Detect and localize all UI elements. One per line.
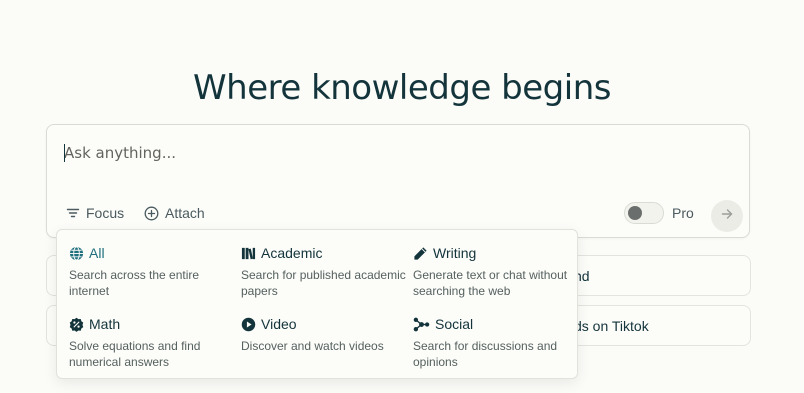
page-title: Where knowledge begins [193, 67, 611, 108]
filter-icon [66, 206, 80, 220]
focus-option-description: Search for published academic papers [241, 268, 406, 298]
focus-option-title: Math [89, 316, 121, 332]
focus-label: Focus [86, 205, 125, 221]
focus-option-description: Solve equations and find numerical answe… [69, 339, 201, 369]
focus-option-description: Discover and watch videos [241, 339, 384, 353]
pro-toggle[interactable] [624, 202, 664, 224]
focus-option-description: Search for discussions and opinions [413, 339, 558, 369]
play-icon [241, 317, 256, 332]
attach-button[interactable]: Attach [144, 205, 205, 221]
math-badge-icon [69, 317, 84, 332]
focus-option-description: Search across the entire internet [69, 268, 200, 298]
focus-option-social[interactable]: Social Search for discussions and opinio… [413, 315, 578, 370]
toggle-knob [628, 206, 642, 220]
arrow-right-icon [720, 207, 734, 226]
pencil-icon [413, 246, 428, 261]
focus-option-writing[interactable]: Writing Generate text or chat without se… [413, 244, 578, 299]
globe-icon [69, 245, 84, 261]
focus-button[interactable]: Focus [66, 205, 124, 221]
pro-label: Pro [672, 205, 694, 221]
focus-option-title: All [89, 245, 105, 261]
focus-option-math[interactable]: Math Solve equations and find numerical … [69, 315, 234, 370]
attach-label: Attach [165, 205, 205, 221]
ask-box: Focus Attach Pro [46, 124, 750, 238]
focus-option-video[interactable]: Video Discover and watch videos [241, 315, 406, 354]
search-input[interactable] [64, 144, 704, 162]
suggestion-label: ds on Tiktok [574, 317, 649, 334]
focus-option-all[interactable]: All Search across the entire internet [69, 244, 234, 299]
focus-option-title: Social [435, 316, 474, 332]
focus-dropdown: All Search across the entire internet Ac… [56, 229, 578, 379]
focus-option-title: Writing [433, 245, 477, 261]
focus-option-title: Video [261, 316, 297, 332]
focus-option-academic[interactable]: Academic Search for published academic p… [241, 244, 406, 299]
submit-button[interactable] [711, 200, 743, 232]
focus-option-title: Academic [261, 245, 323, 261]
text-caret [64, 144, 65, 162]
books-icon [241, 246, 256, 261]
plus-circle-icon [144, 206, 159, 221]
focus-option-description: Generate text or chat without searching … [413, 268, 568, 298]
social-network-icon [413, 317, 430, 332]
